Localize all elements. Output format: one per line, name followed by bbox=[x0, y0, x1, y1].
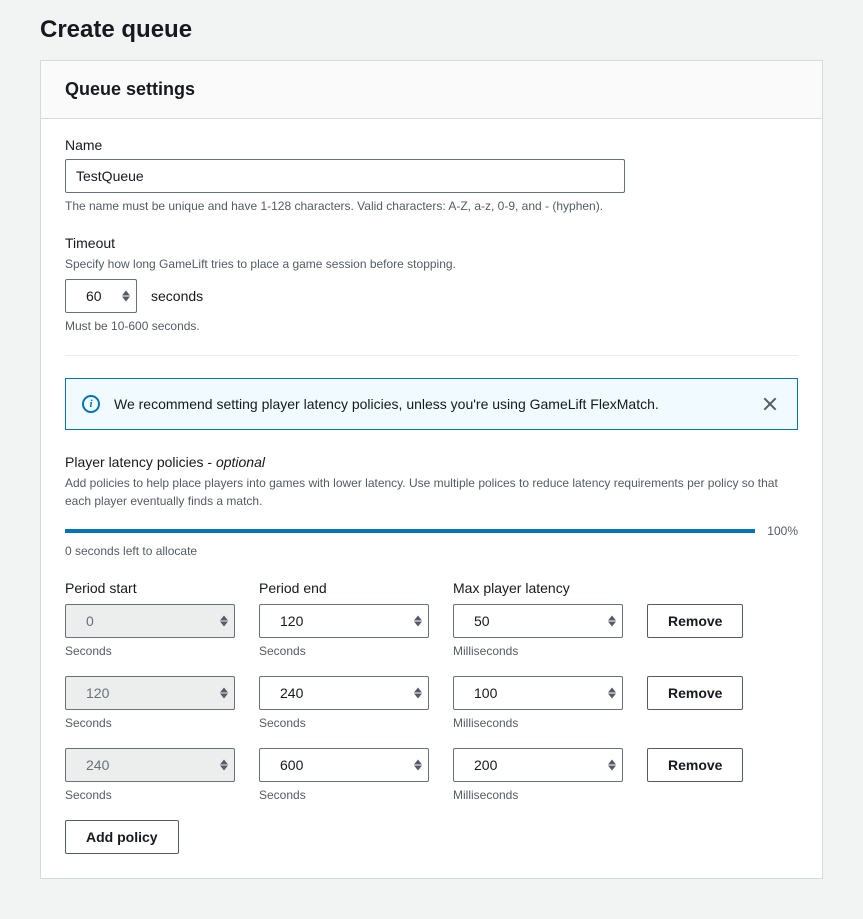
alloc-left: 0 seconds left to allocate bbox=[65, 544, 798, 558]
divider bbox=[65, 355, 798, 356]
spinner-icon[interactable] bbox=[608, 760, 616, 771]
remove-button[interactable]: Remove bbox=[647, 748, 743, 782]
name-input[interactable] bbox=[65, 159, 625, 193]
progress-row: 100% bbox=[65, 524, 798, 538]
policy-row: Seconds Seconds Milliseconds Remove bbox=[65, 604, 798, 658]
timeout-field: Timeout Specify how long GameLift tries … bbox=[65, 235, 798, 333]
unit-seconds: Seconds bbox=[65, 716, 235, 730]
name-field: Name The name must be unique and have 1-… bbox=[65, 137, 798, 213]
progress-fill bbox=[65, 529, 755, 533]
unit-seconds: Seconds bbox=[259, 716, 429, 730]
queue-settings-panel: Queue settings Name The name must be uni… bbox=[40, 60, 823, 879]
unit-ms: Milliseconds bbox=[453, 716, 623, 730]
timeout-hint: Must be 10-600 seconds. bbox=[65, 319, 798, 333]
spinner-icon bbox=[220, 760, 228, 771]
info-icon: i bbox=[82, 395, 100, 413]
timeout-desc: Specify how long GameLift tries to place… bbox=[65, 257, 798, 271]
latency-title: Player latency policies - optional bbox=[65, 454, 798, 470]
period-end-input[interactable] bbox=[259, 748, 429, 782]
unit-ms: Milliseconds bbox=[453, 644, 623, 658]
spinner-icon[interactable] bbox=[608, 616, 616, 627]
period-start-input bbox=[65, 676, 235, 710]
timeout-input[interactable] bbox=[65, 279, 137, 313]
period-start-input bbox=[65, 604, 235, 638]
spinner-icon[interactable] bbox=[122, 291, 130, 302]
col-period-end: Period end bbox=[259, 580, 429, 596]
unit-ms: Milliseconds bbox=[453, 788, 623, 802]
period-start-input bbox=[65, 748, 235, 782]
timeout-unit: seconds bbox=[151, 288, 203, 304]
spinner-icon[interactable] bbox=[414, 616, 422, 627]
close-icon[interactable] bbox=[759, 393, 781, 415]
name-label: Name bbox=[65, 137, 798, 153]
policy-headers: Period start Period end Max player laten… bbox=[65, 580, 798, 596]
max-latency-input[interactable] bbox=[453, 604, 623, 638]
unit-seconds: Seconds bbox=[65, 788, 235, 802]
max-latency-input[interactable] bbox=[453, 676, 623, 710]
unit-seconds: Seconds bbox=[259, 644, 429, 658]
timeout-label: Timeout bbox=[65, 235, 798, 251]
policy-row: Seconds Seconds Milliseconds Remove bbox=[65, 676, 798, 730]
spinner-icon bbox=[220, 616, 228, 627]
name-hint: The name must be unique and have 1-128 c… bbox=[65, 199, 798, 213]
period-end-input[interactable] bbox=[259, 604, 429, 638]
spinner-icon[interactable] bbox=[414, 688, 422, 699]
add-policy-button[interactable]: Add policy bbox=[65, 820, 179, 854]
page-title: Create queue bbox=[40, 16, 823, 44]
spinner-icon bbox=[220, 688, 228, 699]
max-latency-input[interactable] bbox=[453, 748, 623, 782]
remove-button[interactable]: Remove bbox=[647, 676, 743, 710]
col-period-start: Period start bbox=[65, 580, 235, 596]
latency-desc: Add policies to help place players into … bbox=[65, 474, 798, 510]
panel-title: Queue settings bbox=[65, 79, 798, 100]
period-end-input[interactable] bbox=[259, 676, 429, 710]
unit-seconds: Seconds bbox=[259, 788, 429, 802]
progress-pct: 100% bbox=[767, 524, 798, 538]
info-banner: i We recommend setting player latency po… bbox=[65, 378, 798, 430]
spinner-icon[interactable] bbox=[608, 688, 616, 699]
panel-header: Queue settings bbox=[41, 61, 822, 119]
remove-button[interactable]: Remove bbox=[647, 604, 743, 638]
unit-seconds: Seconds bbox=[65, 644, 235, 658]
policy-row: Seconds Seconds Milliseconds Remove bbox=[65, 748, 798, 802]
col-max-latency: Max player latency bbox=[453, 580, 623, 596]
info-message: We recommend setting player latency poli… bbox=[114, 396, 745, 412]
spinner-icon[interactable] bbox=[414, 760, 422, 771]
progress-bar bbox=[65, 529, 755, 533]
